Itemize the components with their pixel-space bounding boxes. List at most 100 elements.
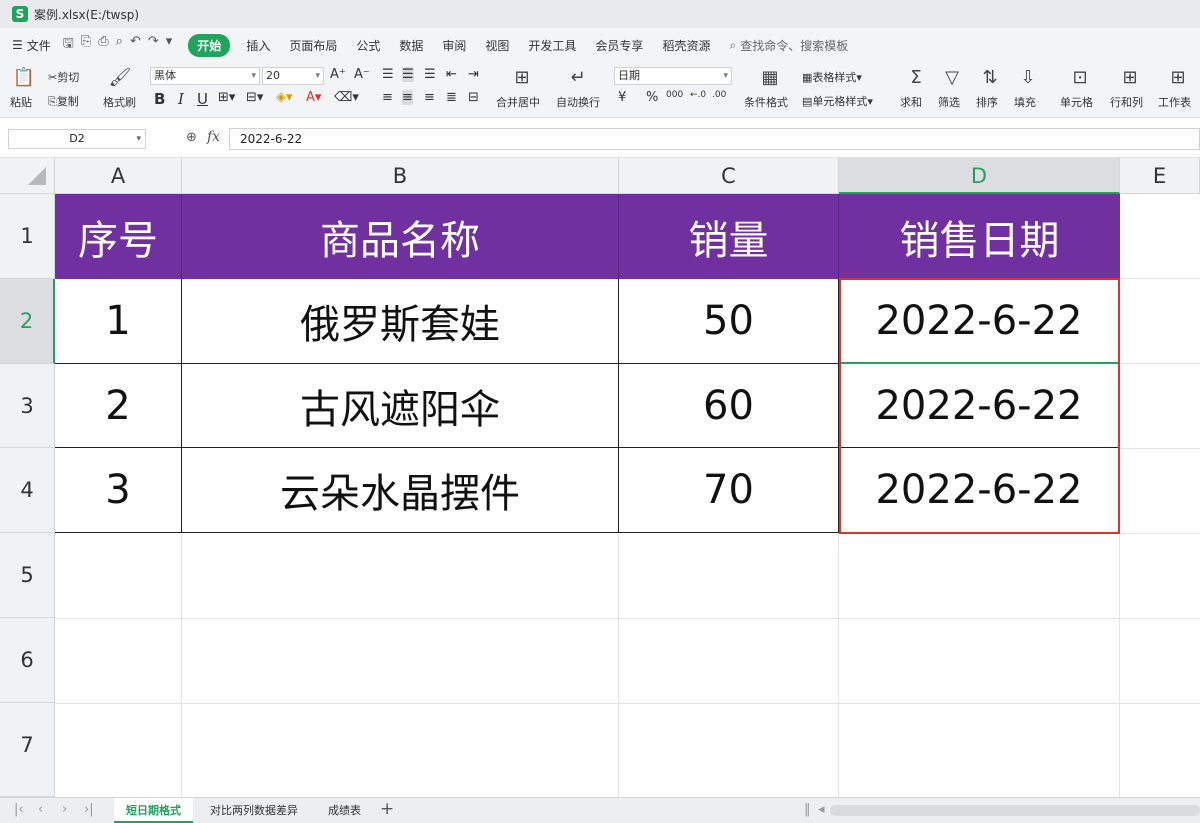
header-cell-product[interactable]: 商品名称 bbox=[182, 194, 619, 279]
conditional-format-button[interactable]: 条件格式 bbox=[744, 94, 788, 110]
table-cell-c4[interactable]: 70 bbox=[619, 448, 839, 533]
tab-review[interactable]: 审阅 bbox=[442, 37, 466, 54]
cut-button[interactable]: ✂剪切 bbox=[48, 69, 79, 85]
next-sheet-icon[interactable]: › bbox=[62, 802, 67, 817]
cell-style-button[interactable]: ▤单元格样式▾ bbox=[802, 93, 873, 109]
tab-member[interactable]: 会员专享 bbox=[595, 37, 643, 54]
function-icon[interactable]: fx bbox=[207, 129, 220, 145]
command-search[interactable]: ⌕ 查找命令、搜索模板 bbox=[729, 37, 848, 54]
cells-button[interactable]: 单元格 bbox=[1060, 94, 1093, 110]
conditional-format-icon[interactable]: ▦ bbox=[758, 66, 782, 90]
table-cell-a2[interactable]: 1 bbox=[55, 279, 182, 364]
table-cell-b2[interactable]: 俄罗斯套娃 bbox=[182, 279, 619, 364]
bold-button[interactable]: B bbox=[154, 90, 165, 108]
align-left-icon[interactable]: ≡ bbox=[382, 90, 393, 105]
column-header-c[interactable]: C bbox=[619, 158, 839, 194]
zoom-icon[interactable]: ⊕ bbox=[186, 130, 197, 145]
row-column-icon[interactable]: ⊞ bbox=[1118, 66, 1142, 90]
table-cell-c2[interactable]: 50 bbox=[619, 279, 839, 364]
table-cell-a3[interactable]: 2 bbox=[55, 364, 182, 448]
undo-icon[interactable]: ↶ bbox=[130, 34, 141, 56]
indent-decrease-icon[interactable]: ⇤ bbox=[446, 67, 457, 82]
file-menu[interactable]: ☰ 文件 bbox=[12, 37, 51, 54]
distribute-icon[interactable]: ⊟ bbox=[468, 90, 479, 105]
merge-center-button[interactable]: 合并居中 bbox=[496, 94, 540, 110]
sort-icon[interactable]: ⇅ bbox=[978, 66, 1002, 90]
fill-icon[interactable]: ⇩ bbox=[1016, 66, 1040, 90]
name-box[interactable]: D2 ▾ bbox=[8, 129, 146, 149]
formula-input[interactable]: 2022-6-22 bbox=[229, 128, 1200, 150]
table-cell-b4[interactable]: 云朵水晶摆件 bbox=[182, 448, 619, 533]
sheet-tab-compare[interactable]: 对比两列数据差异 bbox=[198, 798, 310, 823]
tab-insert[interactable]: 插入 bbox=[246, 37, 270, 54]
sum-icon[interactable]: Σ bbox=[904, 66, 928, 90]
column-header-b[interactable]: B bbox=[182, 158, 619, 194]
increase-decimal-icon[interactable]: ←.0 bbox=[690, 90, 706, 100]
row-header-1[interactable]: 1 bbox=[0, 194, 55, 279]
indent-increase-icon[interactable]: ⇥ bbox=[468, 67, 479, 82]
percent-button[interactable]: % bbox=[646, 90, 658, 105]
worksheet-icon[interactable]: ⊞ bbox=[1166, 66, 1190, 90]
filter-icon[interactable]: ▽ bbox=[940, 66, 964, 90]
tab-resources[interactable]: 稻壳资源 bbox=[662, 37, 710, 54]
column-header-d[interactable]: D bbox=[839, 158, 1120, 194]
font-color-icon[interactable]: A▾ bbox=[306, 90, 321, 105]
row-header-7[interactable]: 7 bbox=[0, 703, 55, 797]
row-header-5[interactable]: 5 bbox=[0, 533, 55, 618]
table-cell-b3[interactable]: 古风遮阳伞 bbox=[182, 364, 619, 448]
strikethrough-icon[interactable]: ⊟▾ bbox=[246, 90, 263, 105]
row-header-2[interactable]: 2 bbox=[0, 279, 55, 364]
table-cell-d4[interactable]: 2022-6-22 bbox=[839, 448, 1120, 533]
add-sheet-icon[interactable]: + bbox=[380, 799, 394, 819]
scroll-split-icon[interactable]: ‖ bbox=[804, 802, 811, 817]
scroll-left-icon[interactable]: ◂ bbox=[818, 802, 825, 817]
currency-button[interactable]: ¥ bbox=[618, 90, 626, 105]
tab-data[interactable]: 数据 bbox=[399, 37, 423, 54]
sheet-tab-scores[interactable]: 成绩表 bbox=[316, 798, 373, 823]
header-cell-index[interactable]: 序号 bbox=[55, 194, 182, 279]
thousands-button[interactable]: 000 bbox=[666, 90, 683, 100]
redo-icon[interactable]: ↷ bbox=[148, 34, 159, 56]
italic-button[interactable]: I bbox=[178, 90, 184, 108]
header-cell-sales[interactable]: 销量 bbox=[619, 194, 839, 279]
tab-view[interactable]: 视图 bbox=[485, 37, 509, 54]
table-cell-d3[interactable]: 2022-6-22 bbox=[839, 364, 1120, 448]
number-format-select[interactable]: 日期 ▾ bbox=[614, 67, 732, 85]
prev-sheet-icon[interactable]: ‹ bbox=[38, 802, 43, 817]
row-header-4[interactable]: 4 bbox=[0, 448, 55, 533]
align-top-icon[interactable]: ☰ bbox=[382, 67, 394, 82]
cells-icon[interactable]: ⊡ bbox=[1068, 66, 1092, 90]
more-dropdown-icon[interactable]: ▾ bbox=[166, 34, 173, 56]
format-painter-icon[interactable]: 🖌 bbox=[108, 66, 132, 90]
font-size-select[interactable]: 20 ▾ bbox=[262, 67, 324, 85]
select-all-corner[interactable] bbox=[0, 158, 55, 194]
worksheet-button[interactable]: 工作表 bbox=[1158, 94, 1191, 110]
row-column-button[interactable]: 行和列 bbox=[1110, 94, 1143, 110]
sum-button[interactable]: 求和 bbox=[900, 94, 922, 110]
filter-button[interactable]: 筛选 bbox=[938, 94, 960, 110]
horizontal-scrollbar[interactable] bbox=[830, 805, 1200, 816]
wrap-text-button[interactable]: 自动换行 bbox=[556, 94, 600, 110]
row-header-6[interactable]: 6 bbox=[0, 618, 55, 703]
wrap-text-icon[interactable]: ↵ bbox=[566, 66, 590, 90]
border-icon[interactable]: ⊞▾ bbox=[218, 90, 235, 105]
decrease-decimal-icon[interactable]: .00 bbox=[712, 90, 726, 100]
font-family-select[interactable]: 黑体 ▾ bbox=[150, 67, 260, 85]
table-style-button[interactable]: ▦表格样式▾ bbox=[802, 69, 862, 85]
align-center-icon[interactable]: ≡ bbox=[402, 90, 413, 105]
first-sheet-icon[interactable]: |‹ bbox=[14, 802, 24, 817]
tab-page-layout[interactable]: 页面布局 bbox=[289, 37, 337, 54]
increase-font-icon[interactable]: A⁺ bbox=[330, 67, 346, 82]
align-bottom-icon[interactable]: ☰ bbox=[424, 67, 436, 82]
fill-button[interactable]: 填充 bbox=[1014, 94, 1036, 110]
print-icon[interactable]: ⎙ bbox=[98, 34, 108, 56]
tab-home[interactable]: 开始 bbox=[188, 33, 231, 57]
sort-button[interactable]: 排序 bbox=[976, 94, 998, 110]
export-icon[interactable]: ⎘ bbox=[81, 34, 91, 56]
copy-button[interactable]: ⎘复制 bbox=[48, 93, 79, 109]
column-header-e[interactable]: E bbox=[1120, 158, 1200, 194]
underline-button[interactable]: U bbox=[197, 90, 208, 108]
format-painter-button[interactable]: 格式刷 bbox=[103, 94, 136, 110]
align-middle-icon[interactable]: ☰ bbox=[402, 67, 414, 82]
print-preview-icon[interactable]: ⌕ bbox=[116, 34, 123, 56]
